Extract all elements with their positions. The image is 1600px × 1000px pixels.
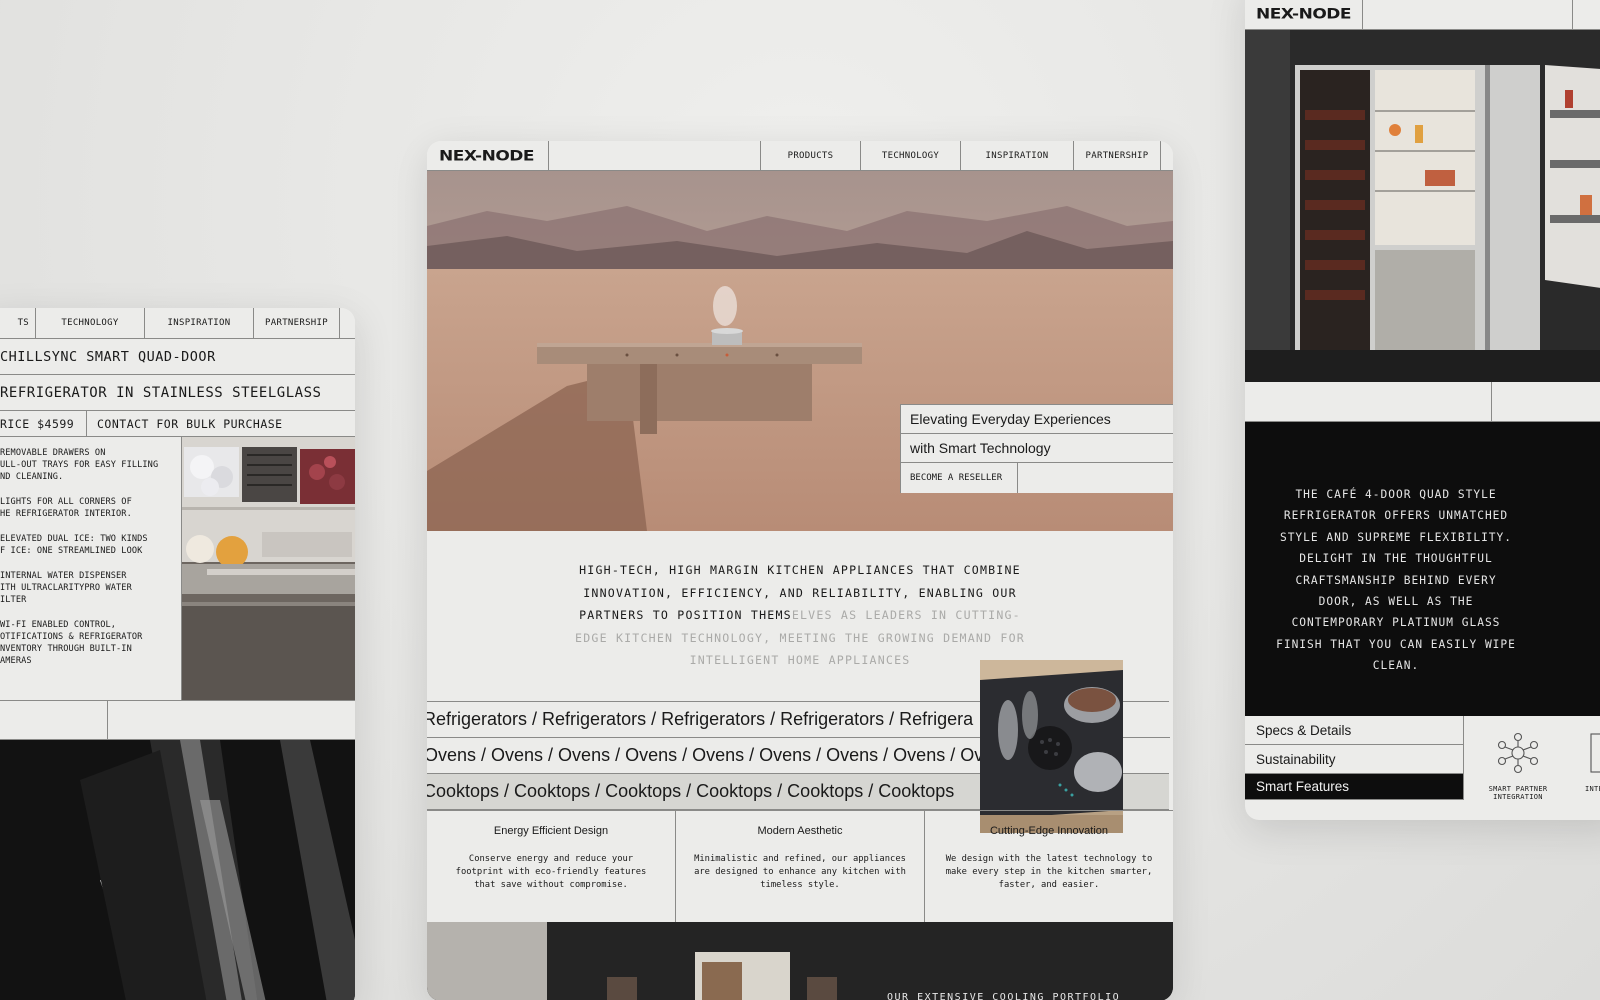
brand-logo[interactable]: NEX-NODE xyxy=(1245,0,1363,29)
feature-title: Cutting-Edge Innovation xyxy=(989,825,1109,837)
nav-inspiration[interactable]: INSPIRATION xyxy=(144,308,253,338)
price-row: RICE $4599 CONTACT FOR BULK PURCHASE xyxy=(0,411,355,437)
product-description: THE CAFÉ 4-DOOR QUAD STYLE REFRIGERATOR … xyxy=(1276,488,1516,673)
description-panel: THE CAFÉ 4-DOOR QUAD STYLE REFRIGERATOR … xyxy=(1245,422,1600,716)
spacer-row xyxy=(0,700,355,740)
nav-inspiration[interactable]: INSPIRATION xyxy=(960,141,1073,170)
nav-partnership[interactable]: PARTNERSHIP xyxy=(253,308,339,338)
nav-products[interactable]: PRODUCTS xyxy=(760,141,860,170)
feature-columns: Energy Efficient Design Conserve energy … xyxy=(427,810,1173,922)
brand-logo-text: NEX-NODE xyxy=(1256,5,1352,23)
cooling-portfolio-caption: OUR EXTENSIVE COOLING PORTFOLIO xyxy=(887,992,1121,1000)
refrigerator-door-closeup-photo xyxy=(0,740,355,1000)
product-detail-card: TS TECHNOLOGY INSPIRATION PARTNERSHIP CH… xyxy=(0,308,355,1000)
feature-item: ELEVATED DUAL ICE: TWO KINDS F ICE: ONE … xyxy=(0,534,148,556)
product-title-line-2: REFRIGERATOR IN STAINLESS STEELGLASS xyxy=(0,375,355,411)
cooktop-photo xyxy=(980,660,1123,833)
feature-item: LIGHTS FOR ALL CORNERS OF HE REFRIGERATO… xyxy=(0,497,132,519)
feature-list: REMOVABLE DRAWERS ON ULL-OUT TRAYS FOR E… xyxy=(0,437,182,700)
brand-logo[interactable]: NEX-NODE xyxy=(427,141,549,170)
spec-tabs: Specs & Details Sustainability Smart Fea… xyxy=(1245,716,1464,800)
feature-description: We design with the latest technology to … xyxy=(945,854,1153,890)
intro-line: PARTNERS TO POSITION THEMSELVES AS LEADE… xyxy=(427,604,1173,627)
tagline-line-2: with Smart Technology xyxy=(901,434,1173,463)
nav-partnership[interactable]: PARTNERSHIP xyxy=(1073,141,1160,170)
feature-title: Modern Aesthetic xyxy=(757,825,843,837)
tab-specs-details[interactable]: Specs & Details xyxy=(1245,716,1463,745)
become-reseller-button[interactable]: BECOME A RESELLER xyxy=(901,463,1018,493)
feature-description: Minimalistic and refined, our appliances… xyxy=(694,854,906,890)
price-label: RICE $4599 xyxy=(0,411,87,436)
smart-partner-integration-icon xyxy=(1497,732,1539,774)
tagline-actions: BECOME A RESELLER xyxy=(901,463,1173,493)
tab-sustainability[interactable]: Sustainability xyxy=(1245,745,1463,774)
intro-paragraph: HIGH-TECH, HIGH MARGIN KITCHEN APPLIANCE… xyxy=(427,532,1173,672)
internal-dispenser-label: INTERNA DISP xyxy=(1585,785,1600,793)
nav-technology[interactable]: TECHNOLOGY xyxy=(35,308,144,338)
spacer-cell xyxy=(0,701,108,739)
feature-item: WI-FI ENABLED CONTROL, OTIFICATIONS & RE… xyxy=(0,620,143,666)
nav-bar: NEX-NODE PRODUCTS TECHNOLOGY INSPIRATION… xyxy=(427,141,1173,171)
product-title-line-1: CHILLSYNC SMART QUAD-DOOR xyxy=(0,339,355,375)
open-refrigerator-photo xyxy=(1245,30,1600,382)
intro-line: HIGH-TECH, HIGH MARGIN KITCHEN APPLIANCE… xyxy=(579,563,1021,577)
feature-modern-aesthetic: Modern Aesthetic Minimalistic and refine… xyxy=(676,811,925,922)
feature-item: INTERNAL WATER DISPENSER ITH ULTRACLARIT… xyxy=(0,571,132,605)
nav-spacer xyxy=(1363,0,1573,29)
spacer-row xyxy=(1245,382,1600,422)
feature-title: Energy Efficient Design xyxy=(493,825,609,837)
tagline-line-1: Elevating Everyday Experiences xyxy=(901,405,1173,434)
product-showcase-card: NEX-NODE THE CAFÉ 4-DOOR QUAD STYLE REFR… xyxy=(1245,0,1600,820)
smart-features-icons: SMART PARTNER INTEGRATION INTERNA DISP xyxy=(1465,716,1600,801)
feature-energy-efficient: Energy Efficient Design Conserve energy … xyxy=(427,811,676,922)
feature-cutting-edge: Cutting-Edge Innovation We design with t… xyxy=(925,811,1173,922)
contact-bulk-purchase-link[interactable]: CONTACT FOR BULK PURCHASE xyxy=(87,417,283,431)
spacer-cell xyxy=(1245,382,1492,421)
feature-item: REMOVABLE DRAWERS ON ULL-OUT TRAYS FOR E… xyxy=(0,448,159,482)
nav-bar: TS TECHNOLOGY INSPIRATION PARTNERSHIP xyxy=(0,308,355,339)
intro-line-faded: ELVES AS LEADERS IN CUTTING- xyxy=(791,608,1021,623)
intro-line-dark: PARTNERS TO POSITION THEMS xyxy=(579,608,792,623)
internal-dispenser-icon xyxy=(1590,733,1600,773)
marquee-refrigerators-text: Refrigerators / Refrigerators / Refriger… xyxy=(427,709,974,729)
refrigerator-drawer-photo xyxy=(182,437,355,700)
tab-smart-features[interactable]: Smart Features xyxy=(1245,774,1463,800)
nav-bar: NEX-NODE xyxy=(1245,0,1600,30)
hero-tagline-box: Elevating Everyday Experiences with Smar… xyxy=(900,404,1173,493)
marquee-cooktops-text: Cooktops / Cooktops / Cooktops / Cooktop… xyxy=(427,781,955,801)
nav-products[interactable]: TS xyxy=(0,308,35,338)
smart-partner-integration-label: SMART PARTNER INTEGRATION xyxy=(1488,785,1548,801)
feature-description: Conserve energy and reduce your footprin… xyxy=(455,854,647,890)
intro-line: INNOVATION, EFFICIENCY, AND RELIABILITY,… xyxy=(583,585,1017,600)
cooling-portfolio-photo xyxy=(427,922,1173,1000)
intro-line-faded: EDGE KITCHEN TECHNOLOGY, MEETING THE GRO… xyxy=(575,630,1025,645)
brand-logo-text: NEX-NODE xyxy=(439,147,535,164)
homepage-card: NEX-NODE PRODUCTS TECHNOLOGY INSPIRATION… xyxy=(427,141,1173,1000)
nav-technology[interactable]: TECHNOLOGY xyxy=(860,141,960,170)
